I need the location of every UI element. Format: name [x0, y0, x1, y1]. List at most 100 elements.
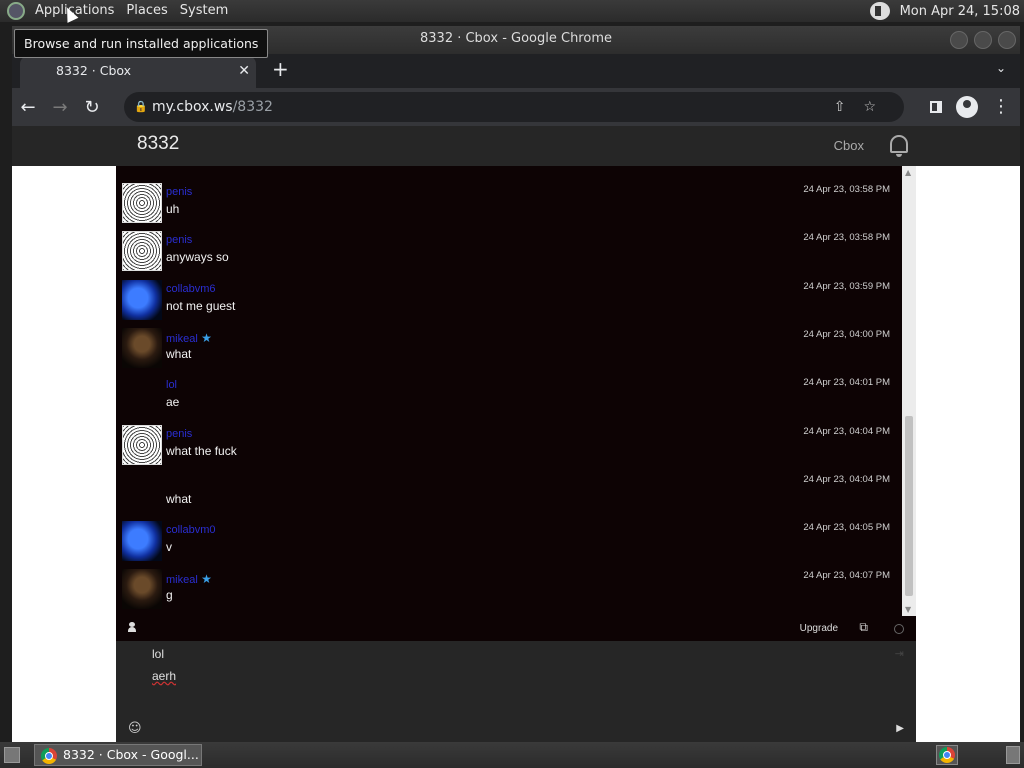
message-username[interactable]: mikeal ★	[166, 572, 212, 586]
message-username[interactable]: lol	[166, 379, 177, 391]
chrome-menu-icon[interactable]: ⋮	[992, 98, 1010, 116]
message-timestamp: 24 Apr 23, 03:58 PM	[803, 184, 890, 195]
avatar[interactable]	[122, 279, 162, 320]
message-username[interactable]: penis	[166, 234, 192, 246]
message-scrollbar[interactable]: ▲ ▼	[902, 166, 916, 616]
clock[interactable]: Mon Apr 24, 15:08	[900, 4, 1020, 19]
close-window-button[interactable]	[998, 31, 1016, 49]
share-icon[interactable]: ⇧	[834, 99, 864, 115]
chat-message: penis what the fuck 24 Apr 23, 04:04 PM	[116, 413, 902, 465]
chat-box: penis uh 24 Apr 23, 03:58 PM penis anyways s…	[116, 166, 916, 742]
bookmark-star-icon[interactable]: ☆	[863, 99, 894, 115]
avatar[interactable]	[122, 424, 162, 465]
badge-star-icon: ★	[197, 572, 212, 587]
message-list[interactable]: penis uh 24 Apr 23, 03:58 PM penis anyways s…	[116, 166, 902, 616]
message-username[interactable]: collabvm0	[166, 524, 216, 536]
message-text: what	[166, 491, 192, 506]
message-username[interactable]: mikeal ★	[166, 331, 212, 345]
chat-message: collabvm6 not me guest 24 Apr 23, 03:59 PM	[116, 268, 902, 320]
compose-name-field[interactable]: lol	[152, 647, 164, 661]
message-username[interactable]: collabvm6	[166, 283, 216, 295]
url-path: /8332	[232, 99, 273, 115]
message-username[interactable]: penis	[166, 186, 192, 198]
side-panel-icon[interactable]	[930, 101, 942, 113]
window-controls	[950, 31, 1016, 49]
user-icon[interactable]	[128, 622, 136, 632]
avatar[interactable]	[122, 569, 162, 610]
applications-tooltip: Browse and run installed applications	[14, 29, 269, 58]
forward-button[interactable]: →	[44, 97, 76, 118]
tab-cbox[interactable]: 8332 · Cbox ✕	[20, 56, 256, 88]
trash-icon[interactable]	[1006, 746, 1020, 764]
message-text: not me guest	[166, 298, 236, 313]
chrome-logo-icon	[41, 748, 57, 764]
new-tab-button[interactable]: +	[272, 58, 289, 80]
task-label: 8332 · Cbox - Googl...	[63, 747, 199, 762]
chat-message: penis anyways so 24 Apr 23, 03:58 PM	[116, 219, 902, 272]
address-bar[interactable]: 🔒 my.cbox.ws/8332 ⇧☆	[124, 92, 904, 122]
scroll-thumb[interactable]	[905, 416, 913, 596]
workspace-switcher[interactable]	[936, 745, 958, 765]
chat-message: penis uh 24 Apr 23, 03:58 PM	[116, 171, 902, 223]
message-timestamp: 24 Apr 23, 04:01 PM	[803, 377, 890, 389]
send-arrow-icon[interactable]: ▶	[896, 723, 904, 734]
avatar[interactable]	[122, 327, 162, 368]
places-menu[interactable]: Places	[120, 0, 173, 22]
show-desktop-icon[interactable]	[4, 747, 20, 763]
browser-toolbar: ← → ↻ 🔒 my.cbox.ws/8332 ⇧☆ ⋮	[12, 88, 1020, 126]
status-dot-icon[interactable]	[894, 624, 904, 634]
message-text: v	[166, 540, 172, 555]
taskbar-chrome-task[interactable]: 8332 · Cbox - Googl...	[34, 744, 202, 766]
message-timestamp: 24 Apr 23, 03:59 PM	[803, 280, 890, 292]
volume-icon[interactable]	[869, 2, 890, 20]
scroll-down-arrow-icon[interactable]: ▼	[905, 605, 911, 614]
emoji-icon[interactable]: ☺	[128, 721, 142, 736]
profile-avatar-icon[interactable]	[956, 96, 978, 118]
top-panel: Applications Places System Mon Apr 24, 1…	[0, 0, 1024, 22]
page-header: 8332 Cbox	[12, 126, 1020, 166]
scroll-up-arrow-icon[interactable]: ▲	[905, 168, 911, 177]
chrome-window: 8332 · Cbox - Google Chrome 8332 · Cbox …	[12, 26, 1020, 742]
chat-message: lol ae 24 Apr 23, 04:01 PM	[116, 364, 902, 412]
chat-message: what 24 Apr 23, 04:04 PM	[116, 461, 902, 509]
close-tab-icon[interactable]: ✕	[238, 56, 250, 86]
maximize-button[interactable]	[974, 31, 992, 49]
tab-title: 8332 · Cbox	[56, 63, 132, 78]
message-text: what	[166, 346, 192, 361]
message-text: anyways so	[166, 250, 229, 265]
tab-strip: 8332 · Cbox ✕ + ⌄	[12, 54, 1020, 88]
avatar[interactable]	[122, 521, 162, 562]
toolbar-right: ⋮	[930, 96, 1010, 118]
message-text: uh	[166, 202, 180, 216]
message-input[interactable]: aerh	[152, 669, 176, 683]
message-timestamp: 24 Apr 23, 04:04 PM	[803, 425, 890, 437]
message-timestamp: 24 Apr 23, 03:58 PM	[803, 232, 890, 244]
sign-in-icon[interactable]: ⇥	[895, 647, 904, 660]
tab-search-chevron-icon[interactable]: ⌄	[996, 61, 1006, 75]
badge-star-icon: ★	[197, 330, 212, 345]
message-username[interactable]: penis	[166, 428, 192, 440]
back-button[interactable]: ←	[12, 97, 44, 118]
minimize-button[interactable]	[950, 31, 968, 49]
bell-icon[interactable]	[890, 135, 908, 157]
avatar[interactable]	[122, 231, 162, 272]
message-text: ae	[166, 395, 180, 410]
avatar[interactable]	[122, 183, 162, 223]
system-menu[interactable]: System	[174, 0, 234, 22]
external-link-icon[interactable]: ⧉	[859, 620, 868, 635]
chat-message: mikeal ★ what 24 Apr 23, 04:00 PM	[116, 316, 902, 368]
cbox-brand-link[interactable]: Cbox	[834, 138, 864, 153]
chat-message: collabvm0 v 24 Apr 23, 04:05 PM	[116, 509, 902, 562]
url-host: my.cbox.ws	[152, 99, 233, 115]
message-timestamp: 24 Apr 23, 04:07 PM	[803, 570, 890, 582]
web-page: 8332 Cbox penis uh 24 Apr 23, 03:58 PM peni…	[12, 126, 1020, 742]
message-text: g	[166, 588, 173, 603]
message-timestamp: 24 Apr 23, 04:00 PM	[803, 328, 890, 340]
bottom-taskbar: 8332 · Cbox - Googl...	[0, 742, 1024, 768]
chat-status-bar: Upgrade ⧉	[116, 616, 916, 641]
gnome-foot-icon[interactable]	[7, 2, 25, 20]
upgrade-link[interactable]: Upgrade	[800, 623, 838, 634]
compose-area[interactable]: lol aerh ⇥ ☺ ▶	[116, 641, 916, 742]
reload-button[interactable]: ↻	[76, 97, 108, 118]
lock-icon[interactable]: 🔒	[134, 92, 148, 122]
